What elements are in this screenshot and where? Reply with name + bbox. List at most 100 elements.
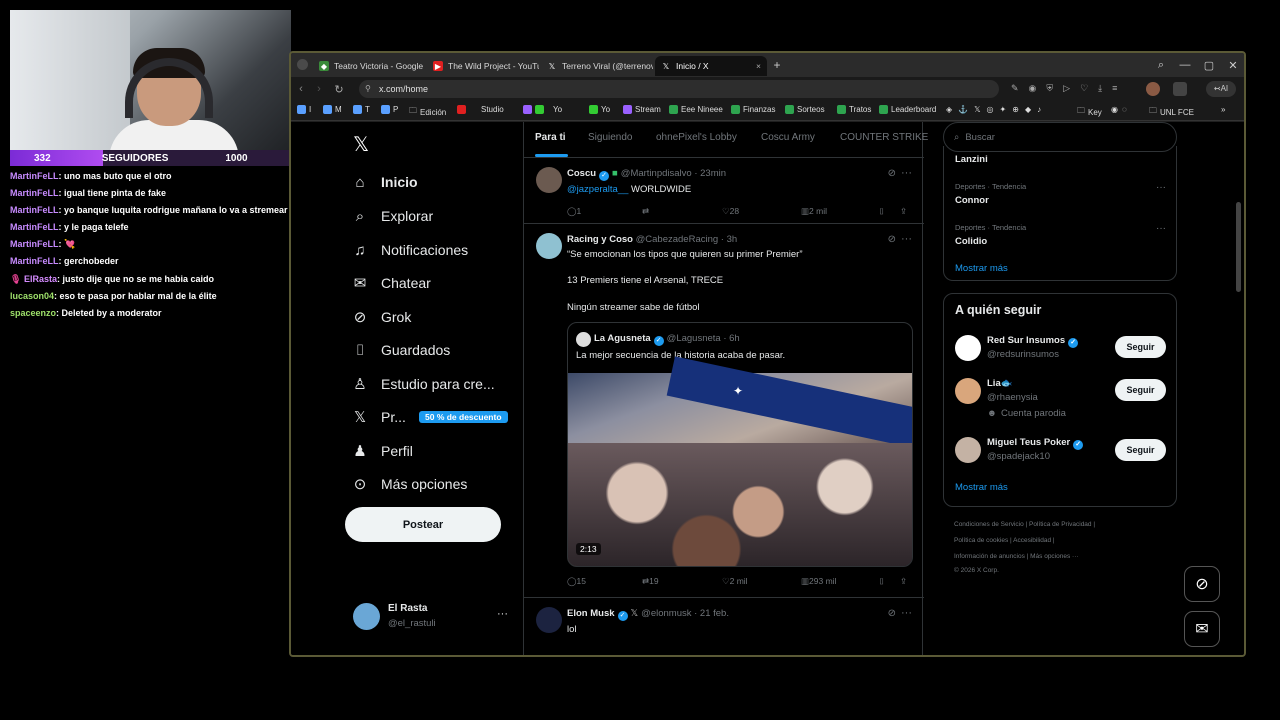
bookmark-icon[interactable]: ⌷ — [879, 576, 884, 587]
share-icon[interactable]: ⇪ — [900, 206, 907, 217]
grok-icon[interactable]: ⊘ — [888, 608, 896, 619]
show-more-follows[interactable]: Mostrar más — [955, 482, 1008, 493]
bookmark-folder[interactable]: 🗀 Key — [1077, 105, 1102, 119]
nav-bookmarks[interactable]: ⌷ Guardados — [351, 341, 450, 359]
views-button[interactable]: ▥ 293 mil — [801, 576, 836, 587]
account-menu-icon[interactable]: ··· — [497, 608, 508, 620]
bookmark-icons[interactable]: ◉◌ — [1111, 105, 1131, 114]
bookmark[interactable]: Leaderboard — [879, 105, 936, 114]
back-icon[interactable]: ‹ — [293, 81, 309, 97]
trend-name[interactable]: Lanzini — [955, 154, 988, 165]
tab-ohnepixel[interactable]: ohnePixel's Lobby — [656, 132, 737, 143]
tab-siguiendo[interactable]: Siguiendo — [588, 132, 632, 143]
tweet[interactable]: Racing y Coso @CabezadeRacing · 3h ⊘ ···… — [524, 224, 924, 598]
trend-more-icon[interactable]: ··· — [1156, 182, 1166, 193]
bookmark[interactable]: Finanzas — [731, 105, 775, 114]
follow-name[interactable]: Lia🐟 — [987, 378, 1013, 389]
like-button[interactable]: ♡ 28 — [722, 206, 739, 217]
share-icon[interactable]: ⇪ — [900, 576, 907, 587]
tweet[interactable]: Coscu ✓ ■ @Martinpdisalvo · 23min @jazperal… — [524, 158, 924, 224]
bookmark[interactable]: Yo — [523, 105, 562, 114]
reload-icon[interactable]: ↻ — [331, 81, 347, 97]
follow-button[interactable]: Seguir — [1115, 439, 1166, 461]
bookmark[interactable]: Studio — [457, 105, 504, 114]
tab-para-ti[interactable]: Para ti — [535, 132, 566, 143]
footer-links[interactable]: Condiciones de Servicio | Política de Pr… — [954, 521, 1095, 528]
messages-fab[interactable]: ✉ — [1184, 611, 1220, 647]
bookmark[interactable]: T — [353, 105, 370, 114]
tab-coscu-army[interactable]: Coscu Army — [761, 132, 815, 143]
grok-icon[interactable]: ⊘ — [888, 168, 896, 179]
bookmark-icons[interactable]: ◈⚓𝕏◎✦⊕◆♪ — [946, 105, 1047, 114]
nav-home[interactable]: ⌂ Inicio — [351, 173, 417, 191]
tweet-avatar[interactable] — [536, 607, 562, 633]
site-info-icon[interactable]: ⚲ — [365, 84, 371, 93]
nav-chat[interactable]: ✉ Chatear — [351, 274, 431, 292]
expand-icon[interactable]: ✦ — [733, 384, 743, 398]
retweet-button[interactable]: ⇄ 19 — [642, 576, 659, 587]
more-icon[interactable]: ··· — [901, 607, 912, 619]
tab-teatro-victoria[interactable]: ◆ Teatro Victoria - Google — [313, 56, 425, 76]
grok-fab[interactable]: ⊘ — [1184, 566, 1220, 602]
tab-search-icon[interactable] — [297, 59, 308, 70]
bookmark[interactable]: M — [323, 105, 342, 114]
footer-links[interactable]: Política de cookies | Accesibilidad | — [954, 537, 1055, 544]
grok-icon[interactable]: ⊘ — [888, 234, 896, 245]
tab-inicio-x[interactable]: 𝕏 Inicio / X × — [655, 56, 767, 76]
footer-links[interactable]: Información de anuncios | Más opciones ·… — [954, 553, 1079, 560]
tweet[interactable]: Elon Musk ✓ 𝕏 @elonmusk · 21 feb. lol ⊘ ··· — [524, 598, 924, 655]
close-window-icon[interactable]: ✕ — [1225, 57, 1241, 73]
new-tab-button[interactable]: + — [769, 57, 785, 73]
follow-avatar[interactable] — [955, 437, 981, 463]
tweet-avatar[interactable] — [536, 167, 562, 193]
follow-name[interactable]: Miguel Teus Poker ✓ — [987, 437, 1086, 450]
nav-premium[interactable]: 𝕏 Pr... — [351, 408, 406, 426]
scrollbar[interactable] — [1236, 202, 1241, 292]
search-tabs-icon[interactable]: ⌕ — [1153, 57, 1169, 73]
nav-explore[interactable]: ⌕ Explorar — [351, 207, 433, 225]
trend-name[interactable]: Colidio — [955, 236, 987, 247]
minimize-icon[interactable]: — — [1177, 57, 1193, 73]
extensions-icon[interactable] — [1173, 82, 1187, 96]
reply-button[interactable]: ◯ 15 — [567, 576, 586, 587]
tweet-avatar[interactable] — [536, 233, 562, 259]
extension-icons[interactable]: ✎◉⛨▷♡⤓≡ — [1011, 83, 1127, 94]
nav-notifications[interactable]: ♫ Notificaciones — [351, 241, 468, 259]
show-more-trends[interactable]: Mostrar más — [955, 263, 1008, 274]
bookmark-folder[interactable]: 🗀 UNL FCE — [1149, 105, 1194, 119]
bookmark[interactable]: Yo — [589, 105, 610, 114]
follow-button[interactable]: Seguir — [1115, 379, 1166, 401]
like-button[interactable]: ♡ 2 mil — [722, 576, 748, 587]
video-player[interactable]: ✦ 2:13 — [568, 356, 912, 566]
retweet-button[interactable]: ⇄ — [642, 206, 649, 217]
maximize-icon[interactable]: ▢ — [1201, 57, 1217, 73]
views-button[interactable]: ▥ 2 mil — [801, 206, 827, 217]
close-tab-icon[interactable]: × — [756, 61, 761, 71]
nav-profile[interactable]: ♟ Perfil — [351, 442, 413, 460]
tab-wild-project[interactable]: ▶ The Wild Project - YouTu — [427, 56, 539, 76]
tab-counter-strike[interactable]: COUNTER STRIKE — [840, 132, 928, 143]
follow-button[interactable]: Seguir — [1115, 336, 1166, 358]
more-icon[interactable]: ··· — [901, 233, 912, 245]
ai-button[interactable]: ↢AI — [1206, 81, 1236, 97]
bookmark[interactable]: Tratos — [837, 105, 871, 114]
bookmark[interactable]: P — [381, 105, 398, 114]
follow-avatar[interactable] — [955, 378, 981, 404]
forward-icon[interactable]: › — [311, 81, 327, 97]
quoted-tweet[interactable]: La Agusneta ✓ @Lagusneta · 6h La mejor sec… — [567, 322, 913, 567]
bookmark-folder[interactable]: 🗀 Edición — [409, 105, 446, 119]
bookmark[interactable]: Eee Nineee — [669, 105, 723, 114]
tab-terreno-viral[interactable]: 𝕏 Terreno Viral (@terrenov — [541, 56, 653, 76]
url-bar[interactable]: ⚲ x.com/home — [359, 80, 999, 98]
trend-name[interactable]: Connor — [955, 195, 989, 206]
account-avatar[interactable] — [353, 603, 380, 630]
post-button[interactable]: Postear — [345, 507, 501, 542]
more-icon[interactable]: ··· — [901, 167, 912, 179]
nav-grok[interactable]: ⊘ Grok — [351, 308, 412, 326]
bookmark[interactable]: Stream — [623, 105, 661, 114]
nav-more[interactable]: ⊙ Más opciones — [351, 475, 468, 493]
bookmark-icon[interactable]: ⌷ — [879, 206, 884, 217]
follow-avatar[interactable] — [955, 335, 981, 361]
x-logo-icon[interactable]: 𝕏 — [353, 132, 369, 157]
more-bookmarks-icon[interactable]: » — [1221, 105, 1225, 114]
